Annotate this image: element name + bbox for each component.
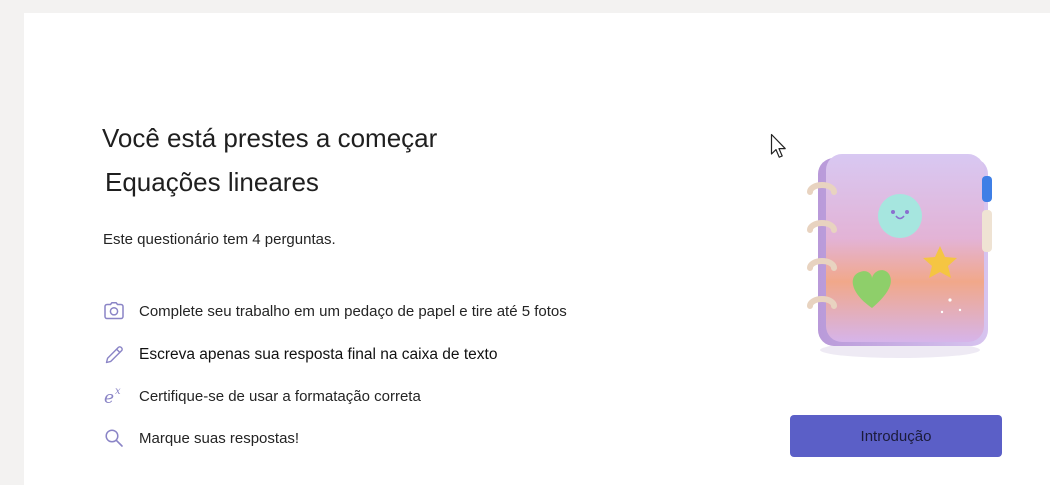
camera-icon: [102, 299, 126, 323]
pencil-icon: [102, 343, 126, 367]
instruction-final-answer: Escreva apenas sua resposta final na cai…: [102, 343, 497, 367]
math-exponent-icon: e x: [102, 384, 126, 408]
svg-text:e: e: [104, 388, 114, 408]
start-button-label: Introdução: [860, 427, 932, 445]
notebook-illustration: [790, 150, 1005, 360]
instruction-text: Marque suas respostas!: [139, 429, 300, 447]
instruction-photos: Complete seu trabalho em um pedaço de pa…: [102, 299, 567, 323]
assignment-name: Equações lineares: [105, 167, 319, 197]
instruction-text: Complete seu trabalho em um pedaço de pa…: [139, 302, 567, 320]
instruction-text: Escreva apenas sua resposta final na cai…: [139, 346, 498, 363]
question-count-text: Este questionário tem 4 perguntas.: [103, 231, 336, 248]
svg-text:x: x: [115, 386, 121, 397]
start-button[interactable]: Introdução: [790, 415, 1002, 457]
instruction-mark-answers: Marque suas respostas!: [102, 426, 299, 450]
instruction-text: Certifique-se de usar a formatação corre…: [139, 387, 421, 405]
mouse-pointer-icon: [770, 133, 790, 166]
page-title: Você está prestes a começar: [102, 123, 438, 153]
search-icon: [102, 426, 126, 450]
instruction-formatting: e x Certifique-se de usar a formatação c…: [102, 384, 421, 408]
